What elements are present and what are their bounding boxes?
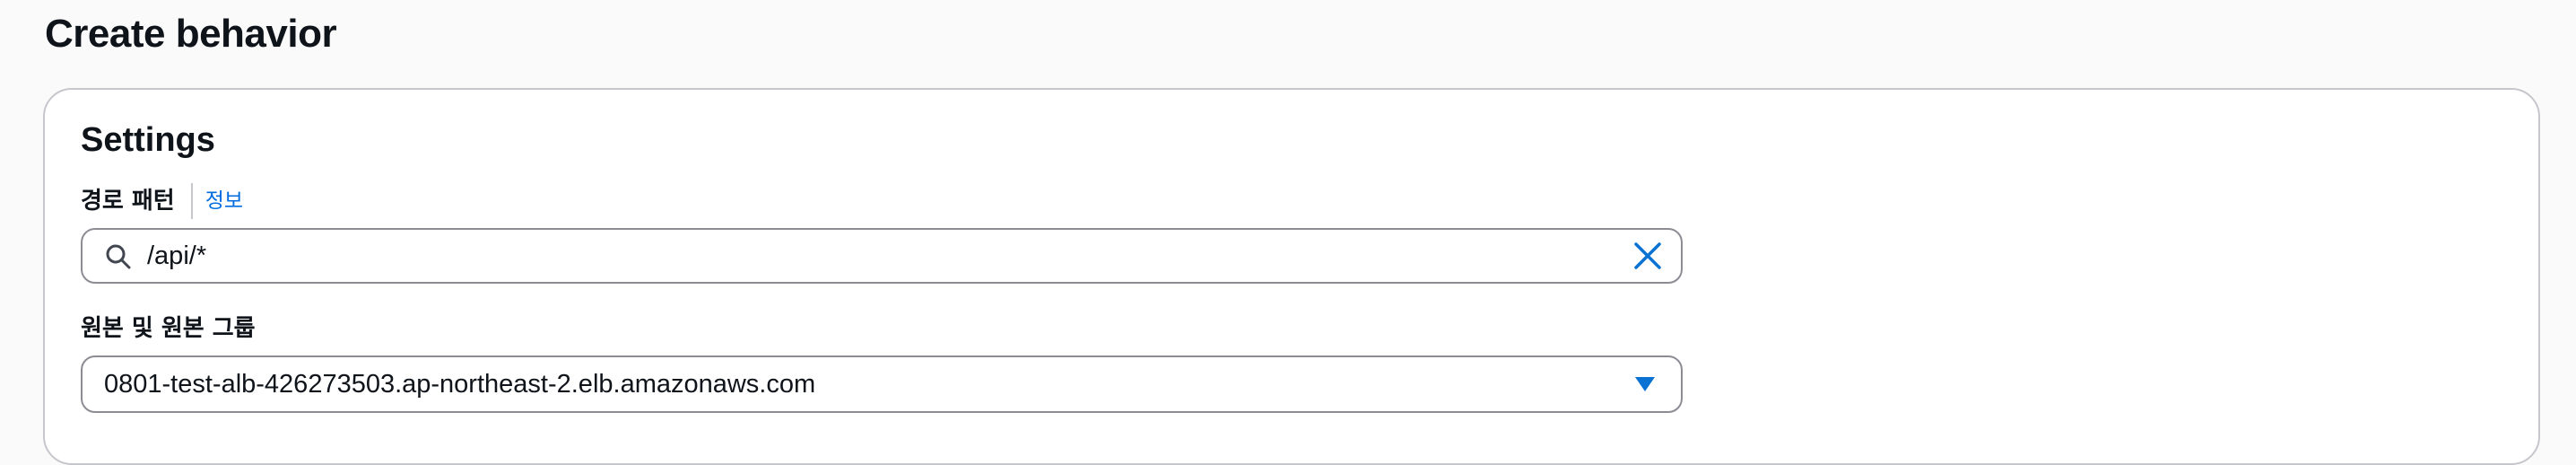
page-title: Create behavior [45,12,337,56]
path-pattern-label-row: 경로 패턴 정보 [81,183,243,219]
origin-selected-value: 0801-test-alb-426273503.ap-northeast-2.e… [104,370,816,399]
settings-container: Settings 경로 패턴 정보 /api/* 원본 및 원본 그룹 0801… [43,88,2540,465]
path-pattern-label: 경로 패턴 [81,188,175,215]
path-pattern-value[interactable]: /api/* [147,230,206,282]
info-link[interactable]: 정보 [205,187,243,215]
label-divider [190,183,193,219]
caret-down-icon[interactable] [1634,375,1656,393]
close-icon[interactable] [1632,241,1663,271]
search-icon [106,244,131,269]
origin-label: 원본 및 원본 그룹 [81,315,256,342]
section-title: Settings [81,121,215,159]
path-pattern-input[interactable]: /api/* [81,228,1683,284]
origin-select[interactable]: 0801-test-alb-426273503.ap-northeast-2.e… [81,355,1683,413]
